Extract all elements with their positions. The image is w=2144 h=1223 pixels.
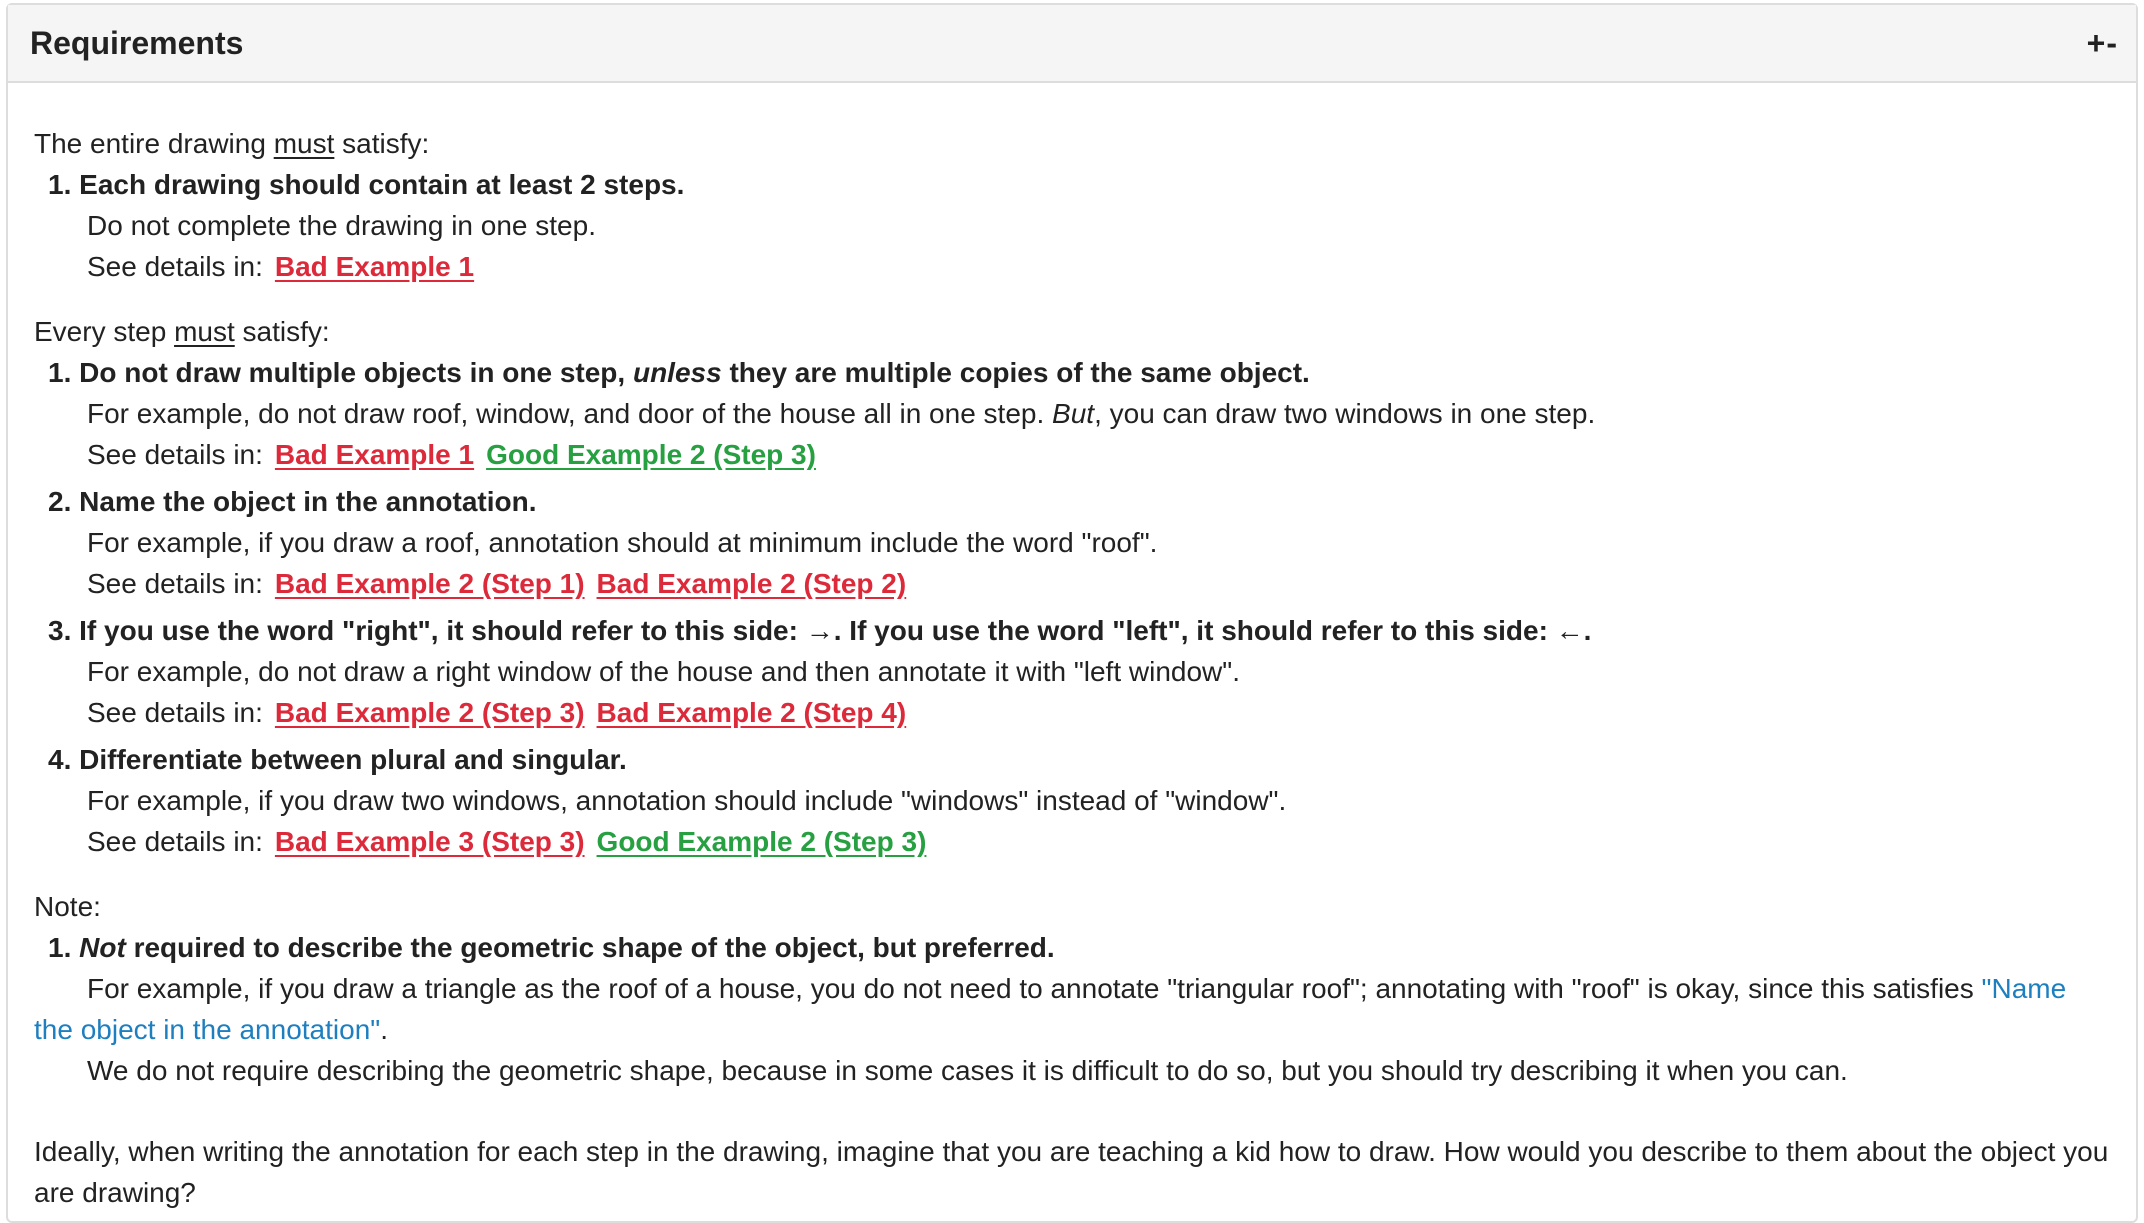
step-section-heading: Every step must satisfy: [34,316,330,347]
requirement-description: Do not complete the drawing in one step. [87,210,596,241]
bad-example-3-step-3-link[interactable]: Bad Example 3 (Step 3) [275,826,585,857]
panel-header: Requirements +- [8,5,2136,83]
closing-paragraph: Ideally, when writing the annotation for… [34,1136,2109,1208]
see-details-line: See details in: Bad Example 2 (Step 3) Bad… [87,697,907,728]
collapse-toggle-button[interactable]: +- [2087,25,2118,62]
requirement-description: For example, if you draw a roof, annotat… [87,527,1158,558]
good-example-2-step-3-link[interactable]: Good Example 2 (Step 3) [486,439,816,470]
requirement-description: For example, do not draw roof, window, a… [87,398,1596,429]
step-requirement-4: 4. Differentiate between plural and sing… [34,739,2110,862]
step-requirement-3: 3. If you use the word "right", it shoul… [34,610,2110,733]
bad-example-1-link[interactable]: Bad Example 1 [275,439,474,470]
step-requirement-2: 2. Name the object in the annotation. Fo… [34,481,2110,604]
bad-example-1-link[interactable]: Bad Example 1 [275,251,474,282]
panel-title: Requirements [30,24,244,61]
requirement-title: 1. Each drawing should contain at least … [48,169,685,200]
bad-example-2-step-2-link[interactable]: Bad Example 2 (Step 2) [597,568,907,599]
bad-example-2-step-3-link[interactable]: Bad Example 2 (Step 3) [275,697,585,728]
drawing-requirement-1: 1. Each drawing should contain at least … [34,164,2110,287]
requirement-description: For example, if you draw two windows, an… [87,785,1287,816]
requirement-description: For example, do not draw a right window … [87,656,1240,687]
step-requirement-1: 1. Do not draw multiple objects in one s… [34,352,2110,475]
requirement-title: 2. Name the object in the annotation. [48,486,537,517]
note-heading: Note: [34,891,101,922]
bad-example-2-step-4-link[interactable]: Bad Example 2 (Step 4) [597,697,907,728]
requirement-title: 1. Do not draw multiple objects in one s… [48,357,1310,388]
drawing-section-heading: The entire drawing must satisfy: [34,128,430,159]
requirement-title: 3. If you use the word "right", it shoul… [48,615,1592,646]
must-keyword: must [174,316,235,347]
note-item-1: 1. Not required to describe the geometri… [34,927,2110,1091]
requirement-title: 4. Differentiate between plural and sing… [48,744,627,775]
see-details-line: See details in: Bad Example 1 [87,251,475,282]
see-details-line: See details in: Bad Example 1 Good Example… [87,439,816,470]
note-description: For example, if you draw a triangle as t… [34,973,2067,1045]
bad-example-2-step-1-link[interactable]: Bad Example 2 (Step 1) [275,568,585,599]
good-example-2-step-3-link[interactable]: Good Example 2 (Step 3) [597,826,927,857]
must-keyword: must [273,128,335,159]
panel-body: The entire drawing must satisfy: 1. Each… [8,83,2136,1213]
note-description-2: We do not require describing the geometr… [87,1055,1848,1086]
see-details-line: See details in: Bad Example 2 (Step 1) Bad… [87,568,907,599]
requirements-panel: Requirements +- The entire drawing must … [6,3,2138,1223]
see-details-line: See details in: Bad Example 3 (Step 3) Goo… [87,826,927,857]
note-title: 1. Not required to describe the geometri… [48,932,1055,963]
